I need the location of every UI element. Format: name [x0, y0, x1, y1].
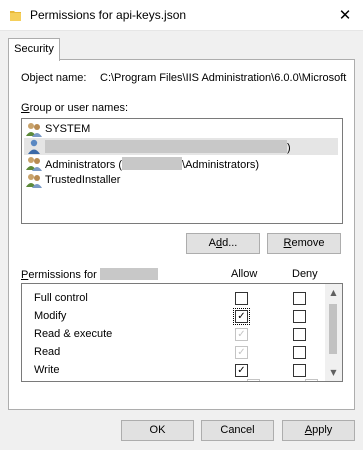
- group-users-icon: [26, 157, 42, 171]
- remove-button[interactable]: Remove: [267, 233, 341, 254]
- window-title: Permissions for api-keys.json: [30, 8, 187, 22]
- user-name: SYSTEM: [45, 123, 91, 135]
- redacted-text: [122, 157, 183, 170]
- single-user-icon: [28, 139, 40, 154]
- permission-name: Modify: [34, 310, 67, 322]
- deny-checkbox-partial: [305, 379, 318, 381]
- vertical-scrollbar[interactable]: ▲ ▼: [325, 284, 342, 381]
- allow-column-header: Allow: [231, 268, 258, 280]
- scroll-down-arrow-icon[interactable]: ▼: [325, 364, 342, 381]
- permission-row-read: Read ✓: [22, 343, 322, 361]
- user-row-administrators[interactable]: Administrators (\Administrators): [24, 155, 338, 172]
- user-list[interactable]: SYSTEM ) Administrators (\Administrators…: [21, 118, 343, 224]
- permission-row-read-execute: Read & execute ✓: [22, 325, 322, 343]
- cancel-button[interactable]: Cancel: [201, 420, 274, 441]
- user-row-system[interactable]: SYSTEM: [24, 121, 338, 138]
- deny-checkbox[interactable]: [293, 364, 306, 377]
- deny-checkbox[interactable]: [293, 292, 306, 305]
- object-name-value: C:\Program Files\IIS Administration\6.0.…: [100, 72, 347, 84]
- group-users-icon: [26, 174, 42, 188]
- group-user-label: Group or user names:: [21, 102, 128, 114]
- ok-button[interactable]: OK: [121, 420, 194, 441]
- tab-security[interactable]: Security: [8, 38, 60, 61]
- allow-checkbox-partial: [247, 379, 260, 381]
- deny-checkbox[interactable]: [293, 328, 306, 341]
- folder-icon: [10, 11, 21, 21]
- user-name: ): [45, 140, 291, 154]
- apply-button[interactable]: Apply: [282, 420, 355, 441]
- object-name-label: Object name:: [21, 72, 87, 84]
- redacted-text: [99, 268, 158, 280]
- permissions-list[interactable]: Full control Modify ✓ Read & execute ✓ R…: [21, 283, 343, 382]
- allow-checkbox[interactable]: ✓: [235, 364, 248, 377]
- permission-name: Read & execute: [34, 328, 113, 340]
- user-row-redacted[interactable]: ): [24, 138, 338, 155]
- deny-checkbox[interactable]: [293, 346, 306, 359]
- permission-name: Write: [34, 364, 60, 376]
- deny-checkbox[interactable]: [293, 310, 306, 323]
- user-name: TrustedInstaller: [45, 174, 121, 186]
- allow-checkbox[interactable]: [235, 292, 248, 305]
- user-row-trustedinstaller[interactable]: TrustedInstaller: [24, 172, 338, 189]
- close-button[interactable]: ✕: [327, 0, 363, 30]
- permission-row-modify: Modify ✓: [22, 307, 322, 325]
- permission-name: Read: [34, 346, 61, 358]
- permissions-for-label: Permissions for: [21, 268, 158, 281]
- scroll-up-arrow-icon[interactable]: ▲: [325, 284, 342, 301]
- deny-column-header: Deny: [292, 268, 318, 280]
- allow-checkbox[interactable]: ✓: [233, 308, 250, 325]
- allow-checkbox: ✓: [235, 328, 248, 341]
- allow-checkbox: ✓: [235, 346, 248, 359]
- title-bar: Permissions for api-keys.json ✕: [0, 0, 363, 31]
- redacted-text: [45, 140, 287, 153]
- add-button[interactable]: Add...: [186, 233, 260, 254]
- scroll-thumb[interactable]: [329, 304, 337, 354]
- group-users-icon: [26, 123, 42, 137]
- security-panel: Object name: C:\Program Files\IIS Admini…: [8, 59, 355, 410]
- permission-row-write: Write ✓: [22, 361, 322, 379]
- user-name: Administrators (\Administrators): [45, 157, 260, 171]
- permission-row-full-control: Full control: [22, 289, 322, 307]
- permission-name: Full control: [34, 292, 88, 304]
